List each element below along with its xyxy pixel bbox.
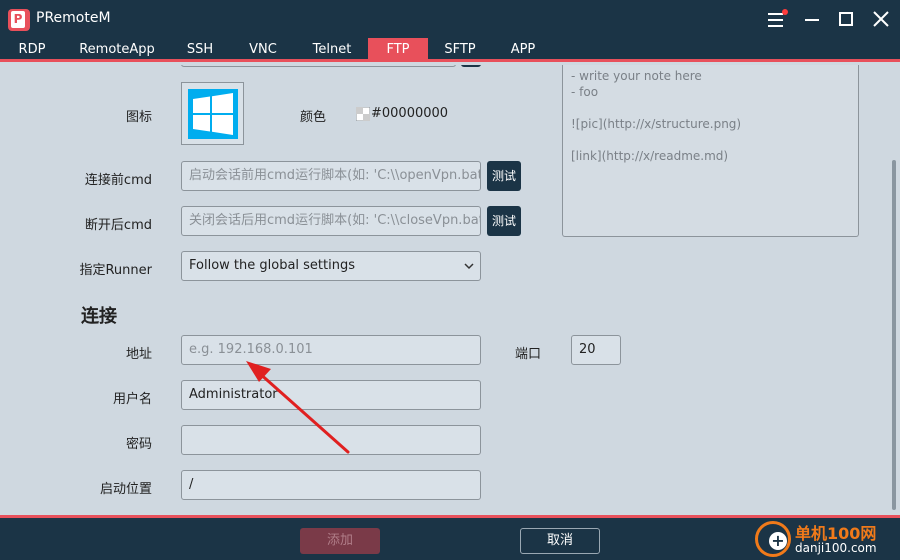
form-content: 图标 颜色 #00000000 连接前cmd 启动会话前用cmd运行脚本(如: …	[0, 65, 900, 515]
port-label: 端口	[514, 347, 541, 362]
tab-rdp[interactable]: RDP	[8, 38, 56, 62]
vertical-scrollbar[interactable]	[892, 160, 896, 510]
note-line: [link](http://x/readme.md)	[571, 149, 729, 163]
password-input[interactable]	[181, 425, 481, 455]
section-title-connection: 连接	[81, 306, 117, 327]
tab-app[interactable]: APP	[502, 38, 544, 62]
note-line	[571, 100, 850, 116]
address-input[interactable]: e.g. 192.168.0.101	[181, 335, 481, 365]
transparent-swatch-icon[interactable]	[356, 107, 370, 121]
username-label: 用户名	[112, 392, 152, 407]
tab-vnc[interactable]: VNC	[240, 38, 286, 62]
partial-input[interactable]	[181, 65, 456, 67]
watermark-url: danji100.com	[795, 541, 877, 555]
hamburger-icon[interactable]	[760, 4, 790, 34]
post-cmd-label: 断开后cmd	[84, 218, 152, 233]
title-bar: P PRemoteM	[0, 0, 900, 38]
minimize-icon[interactable]	[797, 4, 827, 34]
runner-select-value: Follow the global settings	[189, 258, 355, 273]
pre-cmd-label: 连接前cmd	[84, 173, 152, 188]
premotem-logo-icon: P	[8, 9, 30, 31]
color-label: 颜色	[299, 110, 326, 125]
startpath-label: 启动位置	[99, 482, 152, 497]
server-icon-picker[interactable]	[181, 82, 244, 145]
password-label: 密码	[125, 437, 152, 452]
cancel-button[interactable]: 取消	[520, 528, 600, 554]
port-input[interactable]: 20	[571, 335, 621, 365]
note-editor[interactable]: - write your note here - foo ![pic](http…	[562, 65, 859, 237]
username-input[interactable]: Administrator	[181, 380, 481, 410]
close-icon[interactable]	[866, 4, 896, 34]
icon-label: 图标	[125, 110, 152, 125]
runner-select[interactable]: Follow the global settings	[181, 251, 481, 281]
protocol-tab-bar: RDP RemoteApp SSH VNC Telnet FTP SFTP AP…	[0, 38, 900, 62]
address-label: 地址	[125, 347, 152, 362]
watermark-logo: + 单机100网 danji100.com	[750, 519, 900, 560]
logo-letter: P	[11, 11, 25, 28]
watermark-circle-icon: +	[755, 521, 791, 557]
post-cmd-input[interactable]: 关闭会话后用cmd运行脚本(如: 'C:\\closeVpn.bat' #	[181, 206, 481, 236]
startpath-input[interactable]: /	[181, 470, 481, 500]
pre-cmd-test-button[interactable]: 测试	[487, 161, 521, 191]
windows-logo-icon	[188, 89, 238, 139]
window-title: PRemoteM	[36, 10, 111, 26]
runner-label: 指定Runner	[79, 263, 152, 278]
notification-dot	[782, 9, 788, 15]
note-line: - foo	[571, 85, 599, 99]
chevron-down-icon	[464, 263, 474, 270]
tab-remoteapp[interactable]: RemoteApp	[74, 38, 160, 62]
add-button[interactable]: 添加	[300, 528, 380, 554]
post-cmd-test-button[interactable]: 测试	[487, 206, 521, 236]
tab-sftp[interactable]: SFTP	[436, 38, 484, 62]
maximize-icon[interactable]	[831, 4, 861, 34]
tab-ftp[interactable]: FTP	[368, 38, 428, 62]
tab-telnet[interactable]: Telnet	[304, 38, 360, 62]
note-line	[571, 132, 850, 148]
tab-ssh[interactable]: SSH	[178, 38, 222, 62]
pre-cmd-input[interactable]: 启动会话前用cmd运行脚本(如: 'C:\\openVpn.bat' #	[181, 161, 481, 191]
note-line: - write your note here	[571, 69, 702, 83]
note-line: ![pic](http://x/structure.png)	[571, 117, 742, 131]
partial-button[interactable]	[461, 65, 481, 67]
color-value[interactable]: #00000000	[371, 106, 448, 121]
